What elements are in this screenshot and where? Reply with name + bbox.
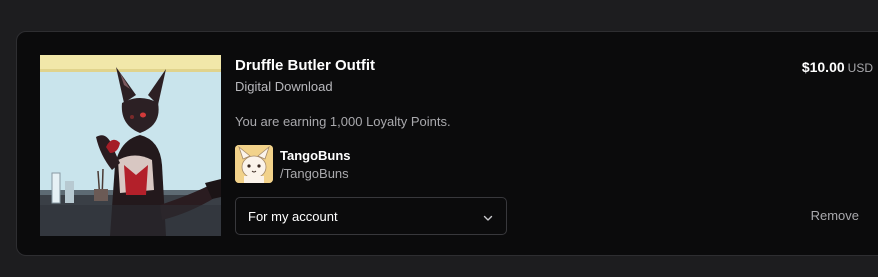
loyalty-points-text: You are earning 1,000 Loyalty Points. (235, 114, 451, 129)
price: $10.00 USD (802, 59, 873, 77)
seller-avatar[interactable] (235, 145, 273, 183)
product-type: Digital Download (235, 79, 333, 94)
cart-item-card: Druffle Butler Outfit Digital Download Y… (16, 31, 878, 256)
seller-name[interactable]: TangoBuns (280, 148, 351, 163)
product-title[interactable]: Druffle Butler Outfit (235, 57, 375, 74)
remove-button[interactable]: Remove (811, 208, 859, 223)
product-thumbnail[interactable] (40, 55, 221, 236)
recipient-select-value: For my account (248, 209, 338, 224)
seller-handle[interactable]: /TangoBuns (280, 166, 349, 181)
recipient-select[interactable]: For my account (235, 197, 507, 235)
price-amount: $10.00 (801, 59, 845, 75)
price-currency: USD (847, 61, 873, 75)
chevron-down-icon (482, 211, 494, 223)
